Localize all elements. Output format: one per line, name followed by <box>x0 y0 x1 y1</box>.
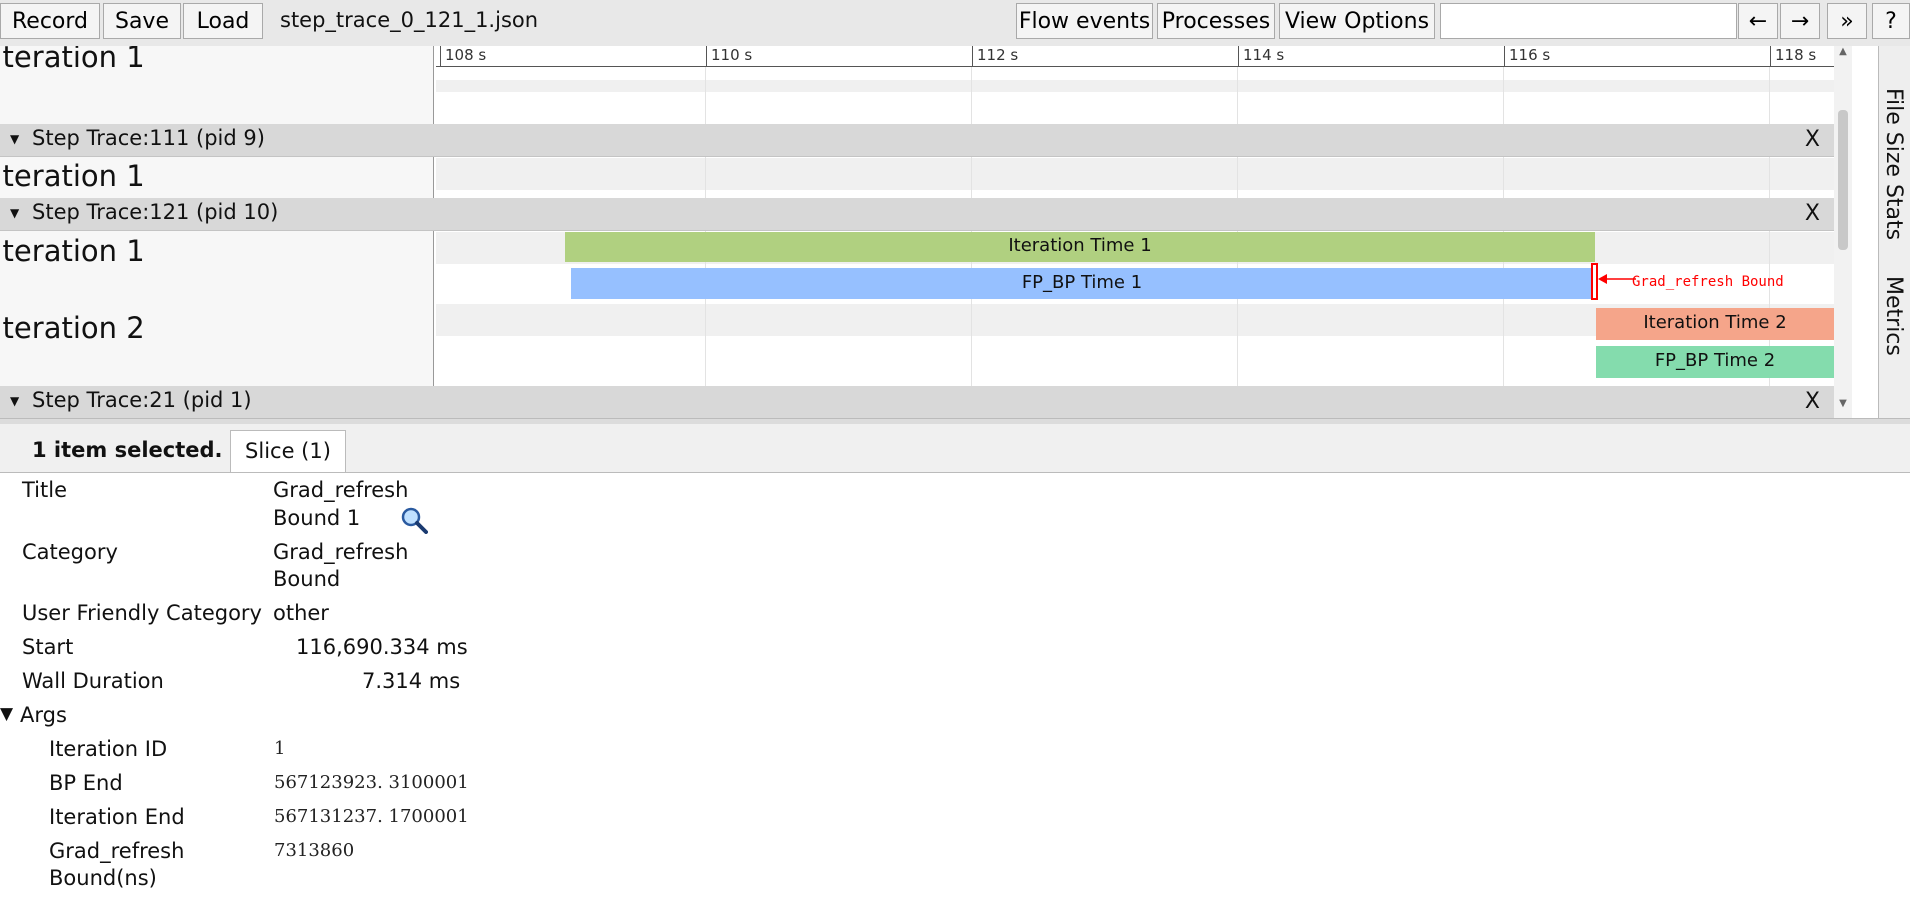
slice-iteration-time-1[interactable]: Iteration Time 1 <box>565 232 1595 262</box>
slice-fp-bp-time-2[interactable]: FP_BP Time 2 <box>1596 346 1834 378</box>
annotation-label: Grad_refresh Bound <box>1632 274 1784 290</box>
user-friendly-category-key: User Friendly Category <box>22 601 262 625</box>
close-process-button[interactable]: X <box>1805 201 1820 226</box>
metrics-tab[interactable]: Metrics <box>1881 276 1906 356</box>
close-process-button[interactable]: X <box>1805 389 1820 414</box>
row-bg <box>436 80 1834 92</box>
help-button[interactable]: ? <box>1872 3 1910 39</box>
trace-viewport[interactable]: 108 s 110 s 112 s 114 s 116 s 118 s Iter… <box>0 46 1910 418</box>
slice-fp-bp-time-1[interactable]: FP_BP Time 1 <box>571 268 1593 299</box>
time-ruler[interactable]: 108 s 110 s 112 s 114 s 116 s 118 s <box>436 46 1834 67</box>
row-bg <box>436 158 1834 190</box>
arg-key: Iteration ID <box>49 737 168 761</box>
ruler-tick: 118 s <box>1770 46 1816 66</box>
flow-events-button[interactable]: Flow events <box>1016 3 1153 39</box>
search-magnifier-icon[interactable] <box>400 506 428 534</box>
selected-slice-grad-refresh[interactable] <box>1591 263 1598 300</box>
process-title: Step Trace:121 (pid 10) <box>32 200 279 224</box>
processes-button[interactable]: Processes <box>1157 3 1275 39</box>
title-value-line2: Bound 1 <box>273 506 361 530</box>
track-label: Iteration 1 <box>0 159 145 193</box>
expand-triangle-icon[interactable]: ▼ <box>10 132 19 146</box>
slice-details: Title Grad_refresh Bound 1 Category Grad… <box>0 472 1910 905</box>
arg-key: BP End <box>49 771 123 795</box>
more-chevron-icon[interactable]: » <box>1827 3 1867 39</box>
title-key: Title <box>22 478 68 502</box>
track-label-column <box>0 46 434 418</box>
vertical-scrollbar[interactable]: ▲ ▼ <box>1834 46 1852 418</box>
load-button[interactable]: Load <box>183 3 263 39</box>
category-value-line1: Grad_refresh <box>273 540 409 564</box>
start-key: Start <box>22 635 74 659</box>
arg-key-line1: Grad_refresh <box>49 839 185 863</box>
tab-slice[interactable]: Slice (1) <box>230 430 346 472</box>
side-panel: File Size Stats Metrics <box>1878 46 1910 418</box>
track-label: Iteration 1 <box>0 46 145 74</box>
arg-key: Iteration End <box>49 805 185 829</box>
args-expand-triangle-icon[interactable]: ▼ <box>0 704 13 724</box>
arg-value: 1 <box>274 738 286 759</box>
record-button[interactable]: Record <box>0 3 100 39</box>
track-label: Iteration 1 <box>0 234 145 268</box>
scrollbar-thumb[interactable] <box>1838 110 1848 250</box>
slice-iteration-time-2[interactable]: Iteration Time 2 <box>1596 308 1834 340</box>
selection-summary: 1 item selected. <box>32 438 223 462</box>
arg-value: 567123923. 3100001 <box>274 772 469 793</box>
file-size-stats-tab[interactable]: File Size Stats <box>1881 88 1906 240</box>
process-header[interactable]: ▼ Step Trace:21 (pid 1) X <box>0 386 1834 418</box>
toolbar: Record Save Load step_trace_0_121_1.json… <box>0 0 1910 47</box>
wall-duration-value: 7.314 ms <box>362 669 461 693</box>
nav-right-arrow-icon[interactable]: → <box>1780 3 1820 39</box>
start-value: 116,690.334 ms <box>296 635 468 659</box>
scroll-down-arrow-icon[interactable]: ▼ <box>1835 398 1851 414</box>
expand-triangle-icon[interactable]: ▼ <box>10 206 19 220</box>
args-key[interactable]: Args <box>20 703 67 727</box>
trace-filename: step_trace_0_121_1.json <box>280 8 539 32</box>
wall-duration-key: Wall Duration <box>22 669 164 693</box>
process-title: Step Trace:21 (pid 1) <box>32 388 252 412</box>
arg-key-line2: Bound(ns) <box>49 866 157 890</box>
arg-value: 7313860 <box>274 840 355 861</box>
track-label: Iteration 2 <box>0 311 145 345</box>
arg-value: 567131237. 1700001 <box>274 806 469 827</box>
search-input[interactable] <box>1440 3 1737 39</box>
save-button[interactable]: Save <box>103 3 181 39</box>
ruler-tick: 112 s <box>972 46 1018 66</box>
ruler-tick: 114 s <box>1238 46 1284 66</box>
process-title: Step Trace:111 (pid 9) <box>32 126 265 150</box>
analysis-tab-bar: 1 item selected. Slice (1) <box>0 424 1910 473</box>
ruler-tick: 110 s <box>706 46 752 66</box>
category-key: Category <box>22 540 118 564</box>
close-process-button[interactable]: X <box>1805 127 1820 152</box>
user-friendly-category-value: other <box>273 601 329 625</box>
nav-left-arrow-icon[interactable]: ← <box>1738 3 1778 39</box>
category-value-line2: Bound <box>273 567 341 591</box>
process-header[interactable]: ▼ Step Trace:121 (pid 10) X <box>0 198 1834 231</box>
view-options-button[interactable]: View Options <box>1279 3 1435 39</box>
process-header[interactable]: ▼ Step Trace:111 (pid 9) X <box>0 124 1834 157</box>
expand-triangle-icon[interactable]: ▼ <box>10 394 19 408</box>
ruler-tick: 116 s <box>1504 46 1550 66</box>
scroll-up-arrow-icon[interactable]: ▲ <box>1835 46 1851 62</box>
row-bg <box>436 92 1834 124</box>
ruler-tick: 108 s <box>440 46 486 66</box>
title-value-line1: Grad_refresh <box>273 478 409 502</box>
